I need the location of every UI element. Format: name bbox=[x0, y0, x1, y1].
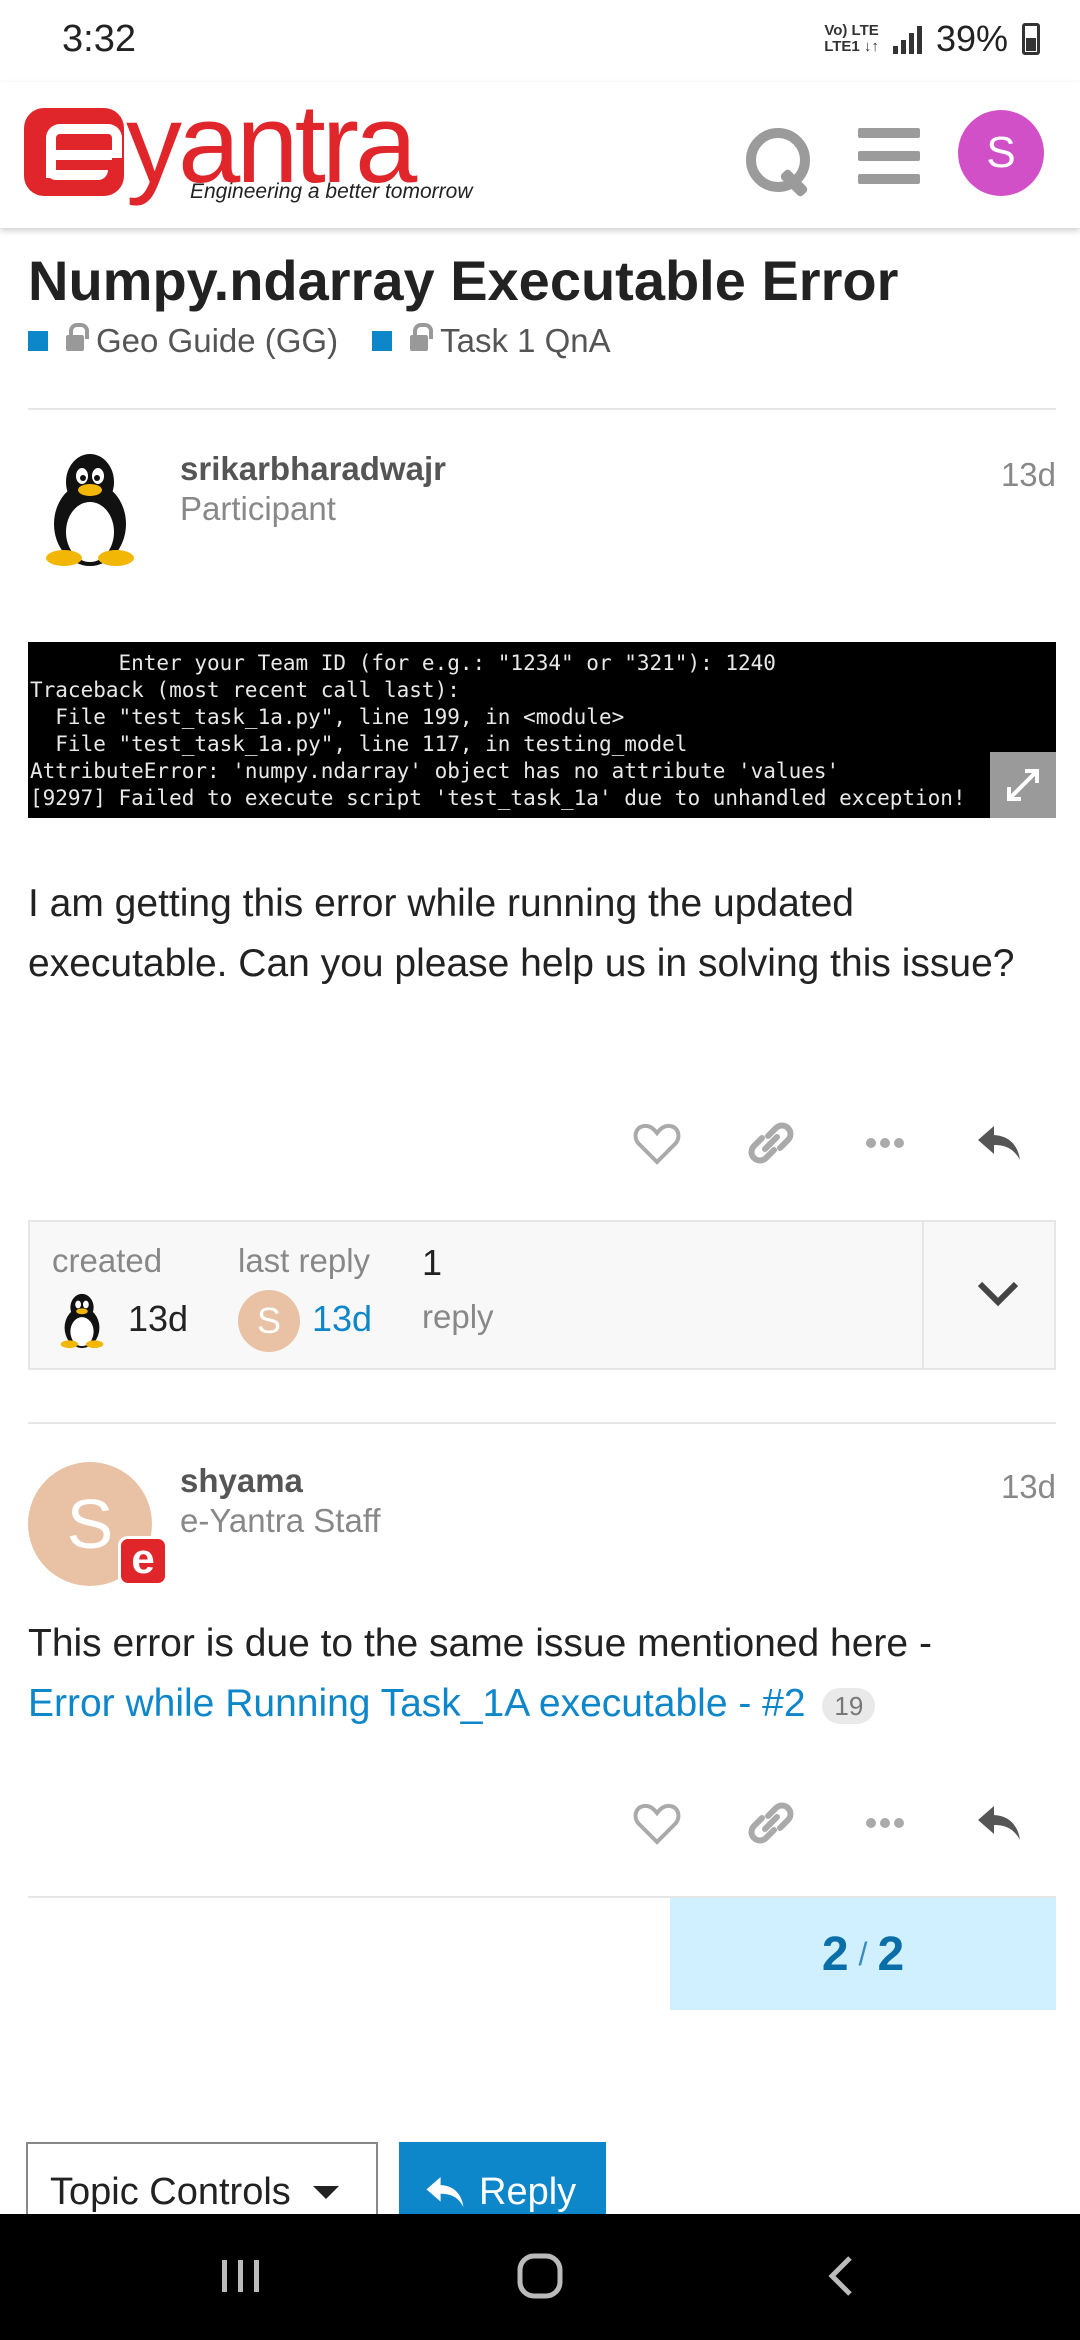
topic-map: created 13d last reply S 13d 1 reply bbox=[28, 1220, 1056, 1370]
post-username[interactable]: srikarbharadwajr bbox=[180, 450, 446, 488]
created-label: created bbox=[52, 1242, 163, 1279]
category-color-square bbox=[372, 331, 393, 351]
tux-penguin-icon[interactable] bbox=[52, 1290, 112, 1350]
progress-total: 2 bbox=[877, 1927, 905, 1981]
post-date[interactable]: 13d bbox=[1001, 456, 1056, 494]
caret-down-icon bbox=[312, 2185, 339, 2199]
reply-arrow-icon bbox=[426, 2177, 464, 2207]
like-heart-icon[interactable] bbox=[600, 1108, 714, 1178]
category-color-square bbox=[28, 331, 48, 351]
error-screenshot-image[interactable]: Enter your Team ID (for e.g.: "1234" or … bbox=[28, 642, 1056, 818]
expand-image-icon[interactable] bbox=[990, 752, 1056, 818]
like-heart-icon[interactable] bbox=[600, 1788, 714, 1858]
post-username[interactable]: shyama bbox=[180, 1462, 303, 1500]
more-options-icon[interactable] bbox=[828, 1788, 942, 1858]
divider bbox=[28, 1422, 1056, 1424]
replies-label: reply bbox=[422, 1298, 494, 1335]
back-icon[interactable] bbox=[810, 2244, 874, 2308]
post-body: I am getting this error while running th… bbox=[28, 882, 1015, 985]
share-link-icon[interactable] bbox=[714, 1788, 828, 1858]
topic-title[interactable]: Numpy.ndarray Executable Error bbox=[28, 248, 898, 313]
reply-label: Reply bbox=[479, 2170, 577, 2213]
battery-icon bbox=[1022, 23, 1040, 55]
topic-controls-label: Topic Controls bbox=[50, 2170, 291, 2213]
status-bar: 3:32 Vo) LTE LTE1 ↓↑ 39% bbox=[0, 0, 1080, 82]
battery-percent: 39% bbox=[935, 18, 1008, 59]
post-actions bbox=[600, 1108, 1056, 1178]
status-indicators: Vo) LTE LTE1 ↓↑ 39% bbox=[824, 18, 1040, 60]
post-text: This error is due to the same issue ment… bbox=[28, 1622, 932, 1665]
eyantra-logo[interactable]: yantra Engineering a better tomorrow bbox=[24, 88, 494, 208]
logo-tagline: Engineering a better tomorrow bbox=[190, 180, 473, 203]
last-reply-label: last reply bbox=[238, 1242, 371, 1279]
share-link-icon[interactable] bbox=[714, 1108, 828, 1178]
more-options-icon[interactable] bbox=[828, 1108, 942, 1178]
category-link-task1-qna[interactable]: Task 1 QnA bbox=[372, 322, 611, 360]
lock-icon bbox=[66, 323, 89, 351]
network-top-label: Vo) LTE bbox=[824, 22, 879, 39]
logo-e-mark bbox=[24, 108, 124, 196]
terminal-line: AttributeError: 'numpy.ndarray' object h… bbox=[30, 759, 840, 783]
reply-arrow-icon[interactable] bbox=[942, 1108, 1056, 1178]
progress-current: 2 bbox=[821, 1927, 849, 1981]
link-click-count: 19 bbox=[822, 1687, 876, 1724]
home-icon[interactable] bbox=[508, 2244, 572, 2308]
staff-badge-icon: e bbox=[118, 1536, 168, 1586]
category-label: Task 1 QnA bbox=[440, 322, 611, 359]
divider bbox=[28, 408, 1056, 410]
topic-progress[interactable]: 2 / 2 bbox=[670, 1898, 1056, 2010]
topic-map-divider bbox=[922, 1222, 924, 1368]
last-reply-avatar[interactable]: S bbox=[238, 1290, 300, 1352]
hamburger-menu-icon[interactable] bbox=[858, 128, 920, 184]
signal-icon bbox=[892, 24, 922, 54]
terminal-line: File "test_task_1a.py", line 199, in <mo… bbox=[30, 705, 625, 729]
terminal-line: [9297] Failed to execute script 'test_ta… bbox=[30, 786, 966, 810]
category-breadcrumb: Geo Guide (GG) Task 1 QnA bbox=[28, 322, 645, 360]
lock-icon bbox=[410, 323, 434, 351]
user-avatar-button[interactable]: S bbox=[958, 110, 1044, 196]
network-indicator: Vo) LTE LTE1 ↓↑ bbox=[824, 23, 879, 55]
status-time: 3:32 bbox=[62, 18, 136, 60]
progress-separator: / bbox=[858, 1935, 868, 1972]
post-user-title: e-Yantra Staff bbox=[180, 1502, 381, 1539]
network-bottom-label: LTE1 ↓↑ bbox=[824, 38, 879, 55]
tux-penguin-icon[interactable] bbox=[28, 446, 152, 570]
post-actions bbox=[600, 1788, 1056, 1858]
category-label: Geo Guide (GG) bbox=[96, 322, 339, 359]
created-value: 13d bbox=[128, 1298, 189, 1339]
terminal-line: Traceback (most recent call last): bbox=[30, 678, 460, 702]
post-user-title: Participant bbox=[180, 490, 336, 527]
post-date[interactable]: 13d bbox=[1001, 1468, 1056, 1506]
recent-apps-icon[interactable] bbox=[208, 2244, 272, 2308]
replies-count: 1 bbox=[422, 1242, 443, 1283]
search-icon[interactable] bbox=[742, 124, 814, 196]
last-reply-value[interactable]: 13d bbox=[312, 1298, 372, 1340]
reply-arrow-icon[interactable] bbox=[942, 1788, 1056, 1858]
terminal-line: Enter your Team ID (for e.g.: "1234" or … bbox=[30, 651, 776, 675]
terminal-line: File "test_task_1a.py", line 117, in tes… bbox=[30, 732, 688, 756]
site-header: yantra Engineering a better tomorrow S bbox=[0, 82, 1080, 228]
post-body: This error is due to the same issue ment… bbox=[28, 1614, 1048, 1734]
chevron-down-icon[interactable] bbox=[970, 1266, 1026, 1322]
category-link-geo-guide[interactable]: Geo Guide (GG) bbox=[28, 322, 338, 360]
system-nav-bar bbox=[0, 2214, 1080, 2340]
topic-link[interactable]: Error while Running Task_1A executable -… bbox=[28, 1682, 806, 1725]
